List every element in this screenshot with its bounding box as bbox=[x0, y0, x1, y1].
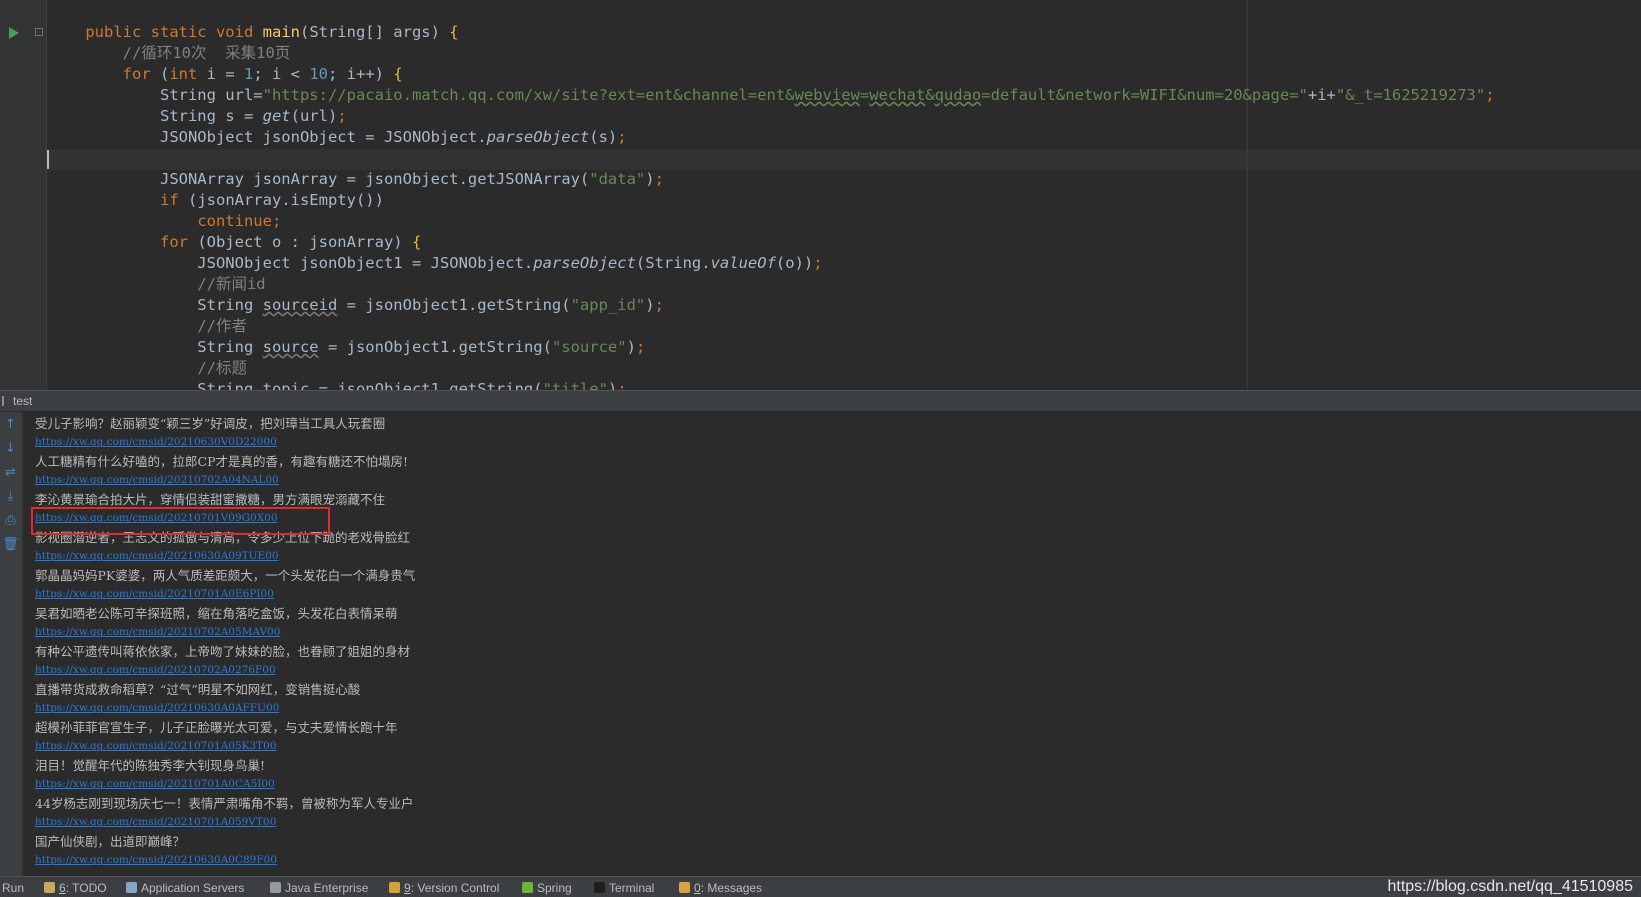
code-line[interactable]: continue; bbox=[48, 211, 1495, 232]
tool-window-label: Java Enterprise bbox=[285, 881, 369, 895]
tool-window-label: : TODO bbox=[65, 881, 107, 895]
tool-window-icon bbox=[522, 882, 533, 893]
console-url-link[interactable]: https://xw.qq.com/cmsid/20210630A0AFFU00 bbox=[35, 699, 415, 718]
console-url-link[interactable]: https://xw.qq.com/cmsid/20210701A05K3T00 bbox=[35, 737, 415, 756]
tool-window-label: : Messages bbox=[700, 881, 763, 895]
tool-window-label: : Version Control bbox=[410, 881, 500, 895]
code-line[interactable]: String s = get(url); bbox=[48, 106, 1495, 127]
console-url-link[interactable]: https://xw.qq.com/cmsid/20210630A0C89F00 bbox=[35, 851, 415, 870]
code-content[interactable]: public static void main(String[] args) {… bbox=[48, 22, 1495, 390]
editor-gutter bbox=[0, 0, 47, 390]
code-line[interactable]: JSONObject jsonObject = JSONObject.parse… bbox=[48, 127, 1495, 148]
code-line[interactable]: String source = jsonObject1.getString("s… bbox=[48, 337, 1495, 358]
code-line[interactable]: String topic = jsonObject1.getString("ti… bbox=[48, 379, 1495, 390]
console-title-line: 李沁黄景瑜合拍大片，穿情侣装甜蜜撒糖，男方满眼宠溺藏不住 bbox=[35, 492, 386, 507]
tool-window-button[interactable]: Application Servers bbox=[126, 880, 244, 896]
console-lines: 受儿子影响？赵丽颖变“颖三岁”好调皮，把刘璋当工具人玩套圈 https://xw.… bbox=[35, 414, 415, 870]
console-url-link[interactable]: https://xw.qq.com/cmsid/20210630V0D22000 bbox=[35, 433, 415, 452]
console-url-link[interactable]: https://xw.qq.com/cmsid/20210702A04NAL00 bbox=[35, 471, 415, 490]
code-line[interactable]: for (int i = 1; i < 10; i++) { bbox=[48, 64, 1495, 85]
tool-window-icon bbox=[126, 882, 137, 893]
console-url-link[interactable]: https://xw.qq.com/cmsid/20210701A0E6PI00 bbox=[35, 585, 415, 604]
trash-icon[interactable]: 🗑 bbox=[2, 536, 19, 553]
tool-window-icon bbox=[679, 882, 690, 893]
run-toolbar: ↑ ↓ ⇌ ⤓ ⎙ 🗑 bbox=[0, 412, 23, 876]
console-title-line: 受儿子影响？赵丽颖变“颖三岁”好调皮，把刘璋当工具人玩套圈 bbox=[35, 416, 386, 431]
code-line[interactable]: public static void main(String[] args) { bbox=[48, 22, 1495, 43]
console-title-line: 超模孙菲菲官宣生子，儿子正脸曝光太可爱，与丈夫爱情长跑十年 bbox=[35, 720, 398, 735]
console-url-link[interactable]: https://xw.qq.com/cmsid/20210702A0276F00 bbox=[35, 661, 415, 680]
console-title-line: 吴君如晒老公陈可辛探班照，缩在角落吃盒饭，头发花白表情呆萌 bbox=[35, 606, 398, 621]
console-title-line: 泪目！觉醒年代的陈独秀李大钊现身鸟巢! bbox=[35, 758, 266, 773]
console-title-line: 影视圈潜逆者，王志文的孤傲与清高，令多少上位下跪的老戏骨脸红 bbox=[35, 530, 411, 545]
bottom-tool-window-bar: Run 6: TODO Application Servers Java Enter… bbox=[0, 876, 1641, 897]
tool-window-shortcut-number: 0 bbox=[694, 881, 701, 895]
tool-window-button[interactable]: 0: Messages bbox=[679, 880, 762, 896]
code-line[interactable]: JSONArray jsonArray = jsonObject.getJSON… bbox=[48, 169, 1495, 190]
code-line[interactable]: if (jsonArray.isEmpty()) bbox=[48, 190, 1495, 211]
blog-watermark: https://blog.csdn.net/qq_41510985 bbox=[1387, 878, 1633, 895]
code-line[interactable]: //新闻id bbox=[48, 274, 1495, 295]
console-url-link[interactable]: https://xw.qq.com/cmsid/20210701A0CA5I00 bbox=[35, 775, 415, 794]
run-panel-header: test bbox=[0, 390, 1641, 412]
console-url-link[interactable]: https://xw.qq.com/cmsid/20210630A09TUE00 bbox=[35, 547, 415, 566]
tool-window-button[interactable]: Java Enterprise bbox=[270, 880, 368, 896]
run-config-name[interactable]: test bbox=[13, 394, 32, 408]
tool-window-button[interactable]: 6: TODO bbox=[44, 880, 107, 896]
console-url-link[interactable]: https://xw.qq.com/cmsid/20210702A05MAV00 bbox=[35, 623, 415, 642]
code-line[interactable]: //作者 bbox=[48, 316, 1495, 337]
tool-window-label: Application Servers bbox=[141, 881, 245, 895]
console-title-line: 有种公平遗传叫蒋依依家，上帝吻了妹妹的脸，也眷顾了姐姐的身材 bbox=[35, 644, 411, 659]
tool-window-icon bbox=[270, 882, 281, 893]
tool-window-icon bbox=[594, 882, 605, 893]
run-config-icon bbox=[2, 396, 9, 406]
console-output[interactable]: 受儿子影响？赵丽颖变“颖三岁”好调皮，把刘璋当工具人玩套圈 https://xw.… bbox=[23, 412, 1641, 876]
tool-window-label: Spring bbox=[537, 881, 572, 895]
console-title-line: 国产仙侠剧，出道即巅峰？ bbox=[35, 834, 186, 849]
console-url-link[interactable]: https://xw.qq.com/cmsid/20210701V09G0X00 bbox=[35, 509, 415, 528]
code-line[interactable]: for (Object o : jsonArray) { bbox=[48, 232, 1495, 253]
soft-wrap-icon[interactable]: ⇌ bbox=[2, 464, 19, 481]
tool-window-button[interactable]: Terminal bbox=[594, 880, 654, 896]
run-tool-window-button[interactable]: Run bbox=[2, 880, 24, 896]
code-line[interactable]: //标题 bbox=[48, 358, 1495, 379]
tool-window-icon bbox=[389, 882, 400, 893]
print-icon[interactable]: ⎙ bbox=[2, 512, 19, 529]
code-line[interactable]: JSONObject jsonObject1 = JSONObject.pars… bbox=[48, 253, 1495, 274]
code-line[interactable]: //循环10次 采集10页 bbox=[48, 43, 1495, 64]
up-arrow-icon[interactable]: ↑ bbox=[2, 416, 19, 433]
tool-window-shortcut-number: 9 bbox=[404, 881, 411, 895]
tool-window-label: Terminal bbox=[609, 881, 655, 895]
console-title-line: 直播带货成救命稻草？“过气”明星不如网红，变销售挺心酸 bbox=[35, 682, 361, 697]
code-line[interactable] bbox=[48, 148, 1495, 169]
code-line[interactable]: String url="https://pacaio.match.qq.com/… bbox=[48, 85, 1495, 106]
fold-marker-icon[interactable] bbox=[35, 28, 43, 36]
console-title-line: 郭晶晶妈妈PK婆婆，两人气质差距颇大，一个头发花白一个满身贵气 bbox=[35, 568, 416, 583]
code-editor[interactable]: public static void main(String[] args) {… bbox=[0, 0, 1641, 390]
tool-window-icon bbox=[44, 882, 55, 893]
tool-window-button[interactable]: 9: Version Control bbox=[389, 880, 499, 896]
console-title-line: 44岁杨志刚到现场庆七一！表情严肃嘴角不羁，曾被称为军人专业户 bbox=[35, 796, 414, 811]
code-line[interactable]: String sourceid = jsonObject1.getString(… bbox=[48, 295, 1495, 316]
console-url-link[interactable]: https://xw.qq.com/cmsid/20210701A059VT00 bbox=[35, 813, 415, 832]
tool-window-button[interactable]: Spring bbox=[522, 880, 572, 896]
console-title-line: 人工糖精有什么好嗑的，拉郎CP才是真的香，有趣有糖还不怕塌房! bbox=[35, 454, 408, 469]
down-arrow-icon[interactable]: ↓ bbox=[2, 440, 19, 457]
tool-window-shortcut-number: 6 bbox=[59, 881, 66, 895]
scroll-to-end-icon[interactable]: ⤓ bbox=[2, 488, 19, 505]
run-main-icon[interactable] bbox=[9, 27, 19, 39]
